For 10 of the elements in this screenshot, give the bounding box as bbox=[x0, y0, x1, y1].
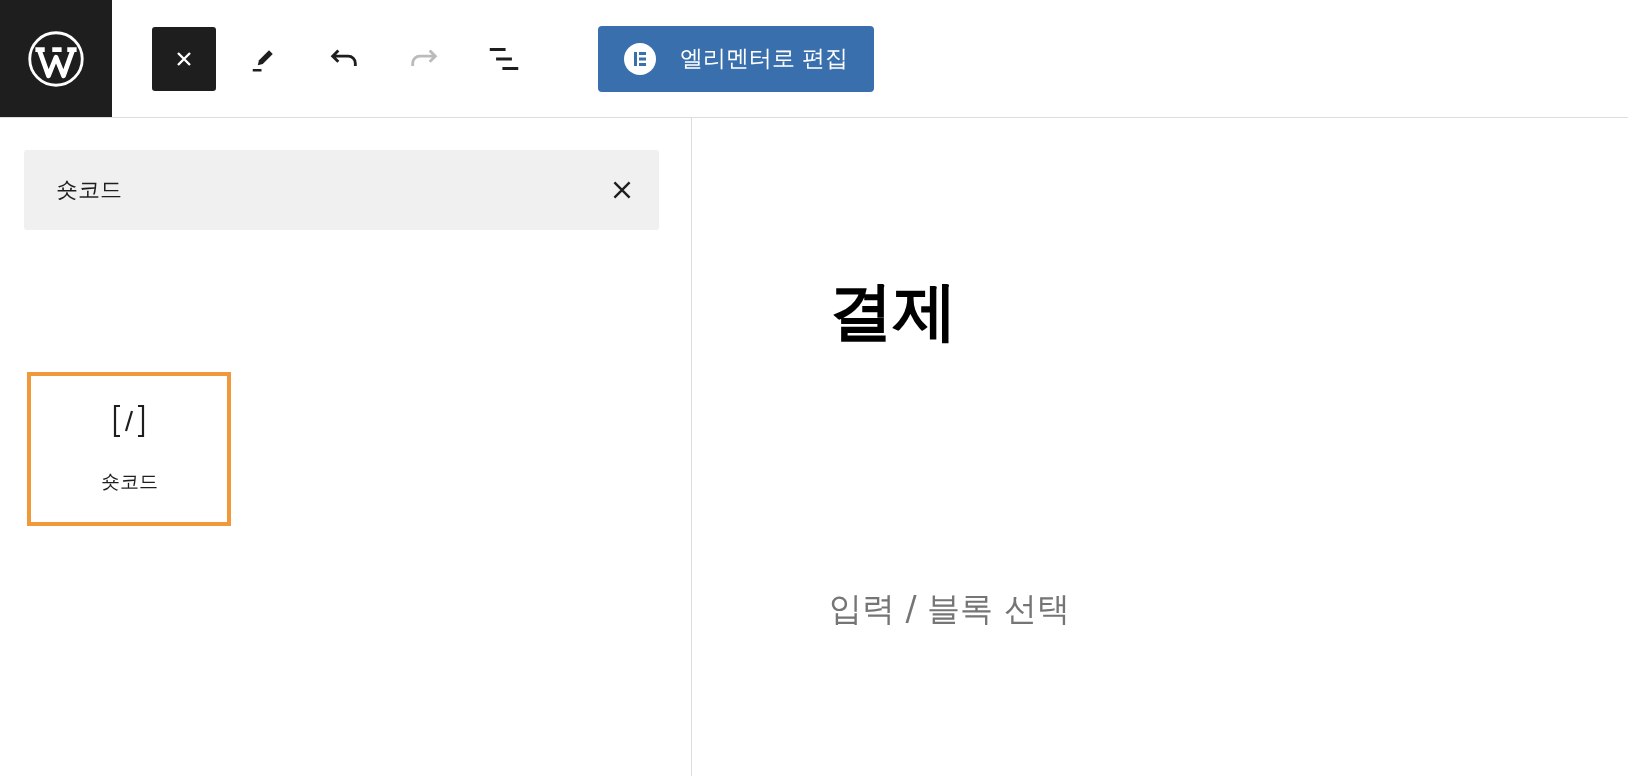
wordpress-icon bbox=[26, 28, 86, 89]
edit-with-elementor-button[interactable]: 엘리멘터로 편집 bbox=[598, 25, 875, 92]
page-title[interactable]: 결제 bbox=[829, 268, 1628, 355]
block-item[interactable]: 숏코드 bbox=[27, 372, 231, 526]
wordpress-logo[interactable] bbox=[0, 0, 112, 117]
shortcode-icon bbox=[111, 403, 147, 439]
block-placeholder[interactable]: 입력 / 블록 선택 bbox=[829, 587, 1628, 632]
elementor-icon bbox=[624, 42, 656, 75]
close-button[interactable] bbox=[152, 26, 216, 91]
block-search-field[interactable]: 숏코드 bbox=[24, 150, 659, 230]
